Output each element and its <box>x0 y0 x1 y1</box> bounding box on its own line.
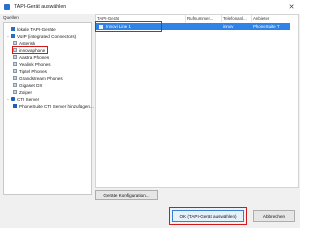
tree-item-aastra[interactable]: Aastra Phones <box>13 54 49 60</box>
tree-item-zoiper[interactable]: Zoiper <box>13 89 32 95</box>
phone-icon <box>13 48 17 52</box>
dialog-window: TAPI-Gerät auswählen ✕ Quellen lokale TA… <box>0 0 300 228</box>
app-icon <box>4 4 10 10</box>
configure-devices-button[interactable]: Geräte Konfiguration... <box>95 190 158 200</box>
sources-label: Quellen <box>3 15 19 20</box>
folder-icon <box>11 27 15 31</box>
tree-item-label: Tiptel Phones <box>19 68 47 74</box>
close-icon[interactable]: ✕ <box>287 2 296 11</box>
phone-icon <box>13 62 17 66</box>
ok-button[interactable]: OK (TAPI-Gerät auswählen) <box>172 210 244 222</box>
tree-item-local-tapi[interactable]: lokale TAPI-Geräte <box>6 26 56 32</box>
tree-item-innovaphone[interactable]: innovaphone <box>11 46 49 54</box>
window-title: TAPI-Gerät auswählen <box>14 4 67 10</box>
tree-item-label: Yealink Phones <box>19 61 51 67</box>
collapse-icon[interactable]: − <box>6 34 10 39</box>
tree-item-label: Grandstream Phones <box>19 75 63 81</box>
tree-item-cti-server[interactable]: − CTI Server <box>6 96 39 102</box>
title-bar: TAPI-Gerät auswählen ✕ <box>0 0 300 14</box>
column-header-number[interactable]: Rufnummer... <box>186 15 222 22</box>
tree-item-label: innovaphone <box>19 47 46 53</box>
tree-item-label: Gigaset DX <box>19 82 43 88</box>
tree-item-label: Aastra Phones <box>19 54 50 60</box>
phone-icon <box>13 55 17 59</box>
tree-item-label: lokale TAPI-Geräte <box>17 26 56 32</box>
cancel-button[interactable]: Abbrechen <box>253 210 295 222</box>
server-group-icon <box>11 97 15 101</box>
column-header-pbx[interactable]: Telefonanl... <box>222 15 252 22</box>
tree-item-yealink[interactable]: Yealink Phones <box>13 61 51 67</box>
tree-item-asterisk[interactable]: Asterisk <box>13 40 35 46</box>
phone-icon <box>13 83 17 87</box>
row-highlight-box <box>95 21 162 32</box>
phone-icon <box>13 69 17 73</box>
tree-item-add-cti-server[interactable]: PhoneSuite CTI Server hinzufügen... <box>13 103 94 109</box>
tree-item-label: PhoneSuite CTI Server hinzufügen... <box>19 103 94 109</box>
tree-item-tiptel[interactable]: Tiptel Phones <box>13 68 47 74</box>
column-header-provider[interactable]: Anbieter <box>252 15 292 22</box>
server-icon <box>13 104 17 108</box>
phone-icon <box>13 41 17 45</box>
cell-pbx: innov <box>223 24 234 29</box>
sources-tree[interactable]: lokale TAPI-Geräte − VoIP (integrated Co… <box>3 22 94 195</box>
folder-icon <box>11 34 15 38</box>
tree-item-label: Asterisk <box>19 40 36 46</box>
tree-item-label: CTI Server <box>17 96 40 102</box>
tree-item-voip[interactable]: − VoIP (integrated Connectors) <box>6 33 76 39</box>
device-grid[interactable]: TAPI-Gerät Rufnummer... Telefonanl... An… <box>95 14 299 188</box>
tree-item-gigaset[interactable]: Gigaset DX <box>13 82 43 88</box>
collapse-icon[interactable]: − <box>6 97 10 102</box>
phone-icon <box>13 76 17 80</box>
tree-item-label: Zoiper <box>19 89 33 95</box>
tree-item-grandstream[interactable]: Grandstream Phones <box>13 75 63 81</box>
cell-provider: PhoneSuite T <box>253 24 280 29</box>
phone-icon <box>13 90 17 94</box>
tree-item-label: VoIP (integrated Connectors) <box>17 33 77 39</box>
